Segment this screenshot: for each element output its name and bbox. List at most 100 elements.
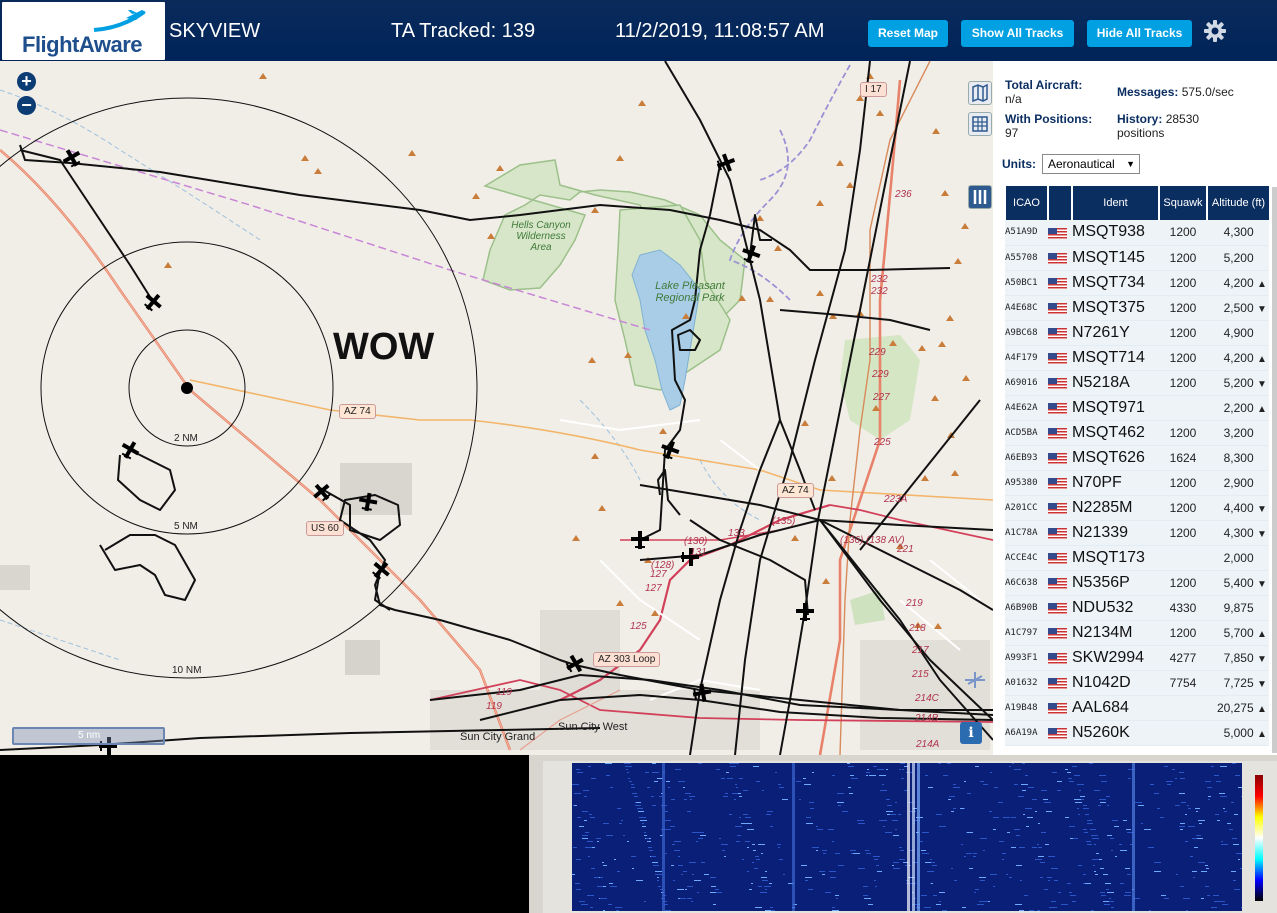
waterfall-noise xyxy=(980,880,985,881)
table-row[interactable]: A993F1 SKW2994 4277 7,850 ▼ xyxy=(1005,645,1269,671)
waterfall-panel xyxy=(543,761,1277,913)
waterfall-noise xyxy=(979,901,986,902)
table-row[interactable]: A6EB93 MSQT626 1624 8,300 xyxy=(1005,445,1269,471)
waterfall-noise xyxy=(1240,868,1242,869)
waterfall-noise xyxy=(817,829,823,830)
waterfall-noise xyxy=(1046,811,1052,812)
airplane-logo-icon xyxy=(93,10,146,32)
map-canvas[interactable] xyxy=(0,61,993,755)
total-aircraft: Total Aircraft: n/a xyxy=(1005,78,1082,106)
waterfall-noise xyxy=(754,868,758,869)
info-icon[interactable]: i xyxy=(960,722,982,744)
show-all-tracks-button[interactable]: Show All Tracks xyxy=(961,20,1074,47)
waterfall-noise xyxy=(836,898,838,899)
waterfall-noise xyxy=(966,853,972,854)
waterfall-noise xyxy=(939,901,941,902)
waterfall-noise xyxy=(927,871,934,872)
waterfall-noise xyxy=(806,823,813,824)
squawk-cell: 1200 xyxy=(1159,320,1207,346)
table-row[interactable]: A1C797 N2134M 1200 5,700 ▲ xyxy=(1005,620,1269,646)
flag-cell xyxy=(1048,620,1072,646)
hide-all-tracks-button[interactable]: Hide All Tracks xyxy=(1087,20,1192,47)
col-header-flag[interactable] xyxy=(1047,186,1072,220)
waterfall-noise xyxy=(1094,844,1096,845)
table-row[interactable]: A4F179 MSQT714 1200 4,200 ▲ xyxy=(1005,345,1269,371)
table-row[interactable]: ACD5BA MSQT462 1200 3,200 xyxy=(1005,420,1269,446)
map-view[interactable]: + − WOW 2 NM 5 NM 10 NM Hells Canyon Wil… xyxy=(0,61,993,755)
waterfall-noise xyxy=(665,853,667,854)
waterfall-noise xyxy=(582,811,588,812)
table-row[interactable]: A6B90B NDU532 4330 9,875 xyxy=(1005,595,1269,621)
waterfall-noise xyxy=(1083,829,1087,830)
col-header-ident[interactable]: Ident xyxy=(1071,186,1159,220)
col-header-squawk[interactable]: Squawk xyxy=(1158,186,1207,220)
waterfall-noise xyxy=(649,850,653,851)
table-row[interactable]: A4E68C MSQT375 1200 2,500 ▼ xyxy=(1005,295,1269,321)
waterfall-noise xyxy=(879,775,886,776)
waterfall-noise xyxy=(1172,769,1175,770)
table-row[interactable]: A69016 N5218A 1200 5,200 ▼ xyxy=(1005,370,1269,396)
table-row[interactable]: A55708 MSQT145 1200 5,200 xyxy=(1005,245,1269,271)
waterfall-noise xyxy=(727,778,733,779)
waterfall-noise xyxy=(602,862,604,863)
units-select[interactable]: Aeronautical ▼ xyxy=(1042,154,1140,174)
altitude-cell: 8,300 xyxy=(1207,445,1269,471)
icao-cell: A19B48 xyxy=(1005,695,1048,721)
table-row[interactable]: A19B48 AAL684 20,275 ▲ xyxy=(1005,695,1269,721)
zoom-out-button[interactable]: − xyxy=(17,96,36,115)
col-header-icao[interactable]: ICAO xyxy=(1004,186,1048,220)
waterfall-noise xyxy=(882,784,884,785)
waterfall-noise xyxy=(609,883,613,884)
waterfall-noise xyxy=(687,811,691,812)
gear-icon[interactable] xyxy=(1203,19,1227,43)
waterfall-signal-band xyxy=(907,763,910,911)
waterfall-noise xyxy=(1164,898,1169,899)
table-row[interactable]: A1C78A N21339 1200 4,300 ▼ xyxy=(1005,520,1269,546)
mile-marker: 119 xyxy=(486,701,502,712)
table-row[interactable]: A201CC N2285M 1200 4,400 ▼ xyxy=(1005,495,1269,521)
flag-cell xyxy=(1048,470,1072,496)
altitude-value: 9,875 xyxy=(1223,600,1254,615)
table-row[interactable]: A6C638 N5356P 1200 5,400 ▼ xyxy=(1005,570,1269,596)
waterfall-noise xyxy=(1221,901,1225,902)
table-row[interactable]: ACCE4C MSQT173 2,000 xyxy=(1005,545,1269,571)
waterfall-noise xyxy=(949,796,955,797)
flightaware-logo[interactable]: FlightAware xyxy=(2,2,165,60)
waterfall-noise xyxy=(647,841,651,842)
trend-icon: ▲ xyxy=(1257,628,1267,640)
waterfall-noise xyxy=(730,766,736,767)
table-row[interactable]: A4E62A MSQT971 2,200 ▲ xyxy=(1005,395,1269,421)
table-row[interactable]: A6A19A N5260K 5,000 ▲ xyxy=(1005,720,1269,746)
waterfall-noise xyxy=(806,817,809,818)
waterfall-noise xyxy=(697,832,704,833)
waterfall-noise xyxy=(1022,790,1026,791)
table-scrollbar[interactable] xyxy=(1272,187,1277,753)
waterfall-noise xyxy=(989,811,992,812)
table-row[interactable]: A01632 N1042D 7754 7,725 ▼ xyxy=(1005,670,1269,696)
waterfall-noise xyxy=(596,838,601,839)
panel-divider[interactable] xyxy=(529,755,543,913)
waterfall-noise xyxy=(967,793,971,794)
table-row[interactable]: A51A9D MSQT938 1200 4,300 xyxy=(1005,220,1269,246)
map-icon[interactable] xyxy=(968,81,992,105)
waterfall-noise xyxy=(993,829,996,830)
waterfall-noise xyxy=(975,889,979,890)
zoom-in-button[interactable]: + xyxy=(17,72,36,91)
chevron-down-icon: ▼ xyxy=(1126,159,1135,169)
waterfall-noise xyxy=(848,787,851,788)
waterfall-noise xyxy=(1115,856,1117,857)
waterfall-noise xyxy=(1022,763,1025,764)
table-row[interactable]: A9BC68 N7261Y 1200 4,900 xyxy=(1005,320,1269,346)
columns-icon[interactable] xyxy=(968,185,992,209)
waterfall-noise xyxy=(651,796,654,797)
waterfall-noise xyxy=(825,892,831,893)
waterfall-noise xyxy=(1065,817,1069,818)
grid-icon[interactable] xyxy=(968,112,992,136)
table-row[interactable]: A95380 N70PF 1200 2,900 xyxy=(1005,470,1269,496)
table-row[interactable]: A50BC1 MSQT734 1200 4,200 ▲ xyxy=(1005,270,1269,296)
icao-cell: A6EB93 xyxy=(1005,445,1048,471)
waterfall-noise xyxy=(615,907,622,908)
reset-map-button[interactable]: Reset Map xyxy=(868,20,948,47)
altitude-cell: 4,300 xyxy=(1207,220,1269,246)
col-header-altitude[interactable]: Altitude (ft) xyxy=(1206,186,1269,220)
